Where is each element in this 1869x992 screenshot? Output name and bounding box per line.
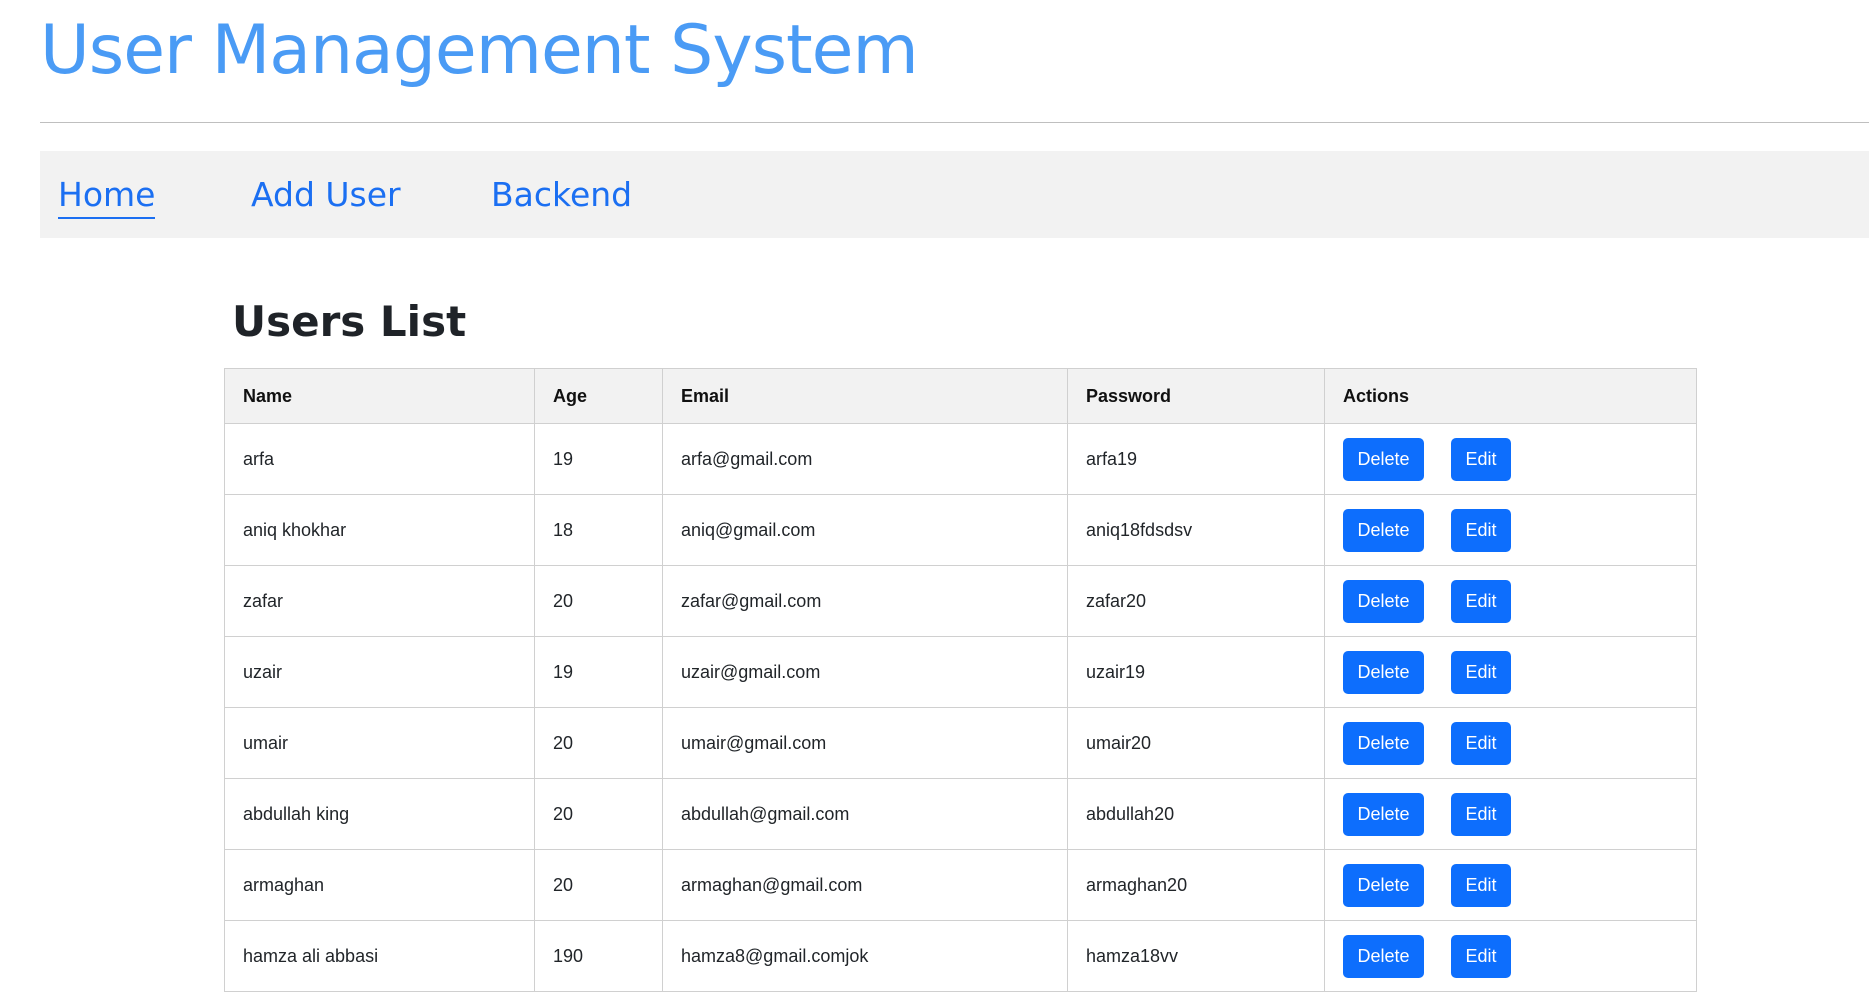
cell-actions: Delete Edit [1324, 636, 1697, 708]
delete-button[interactable]: Delete [1343, 650, 1424, 694]
cell-name: armaghan [224, 849, 535, 921]
cell-age: 20 [534, 565, 663, 637]
cell-age: 20 [534, 778, 663, 850]
table-row: abdullah king 20 abdullah@gmail.com abdulla… [224, 778, 1697, 850]
table-row: arfa 19 arfa@gmail.com arfa19 Delete Edit [224, 423, 1697, 495]
column-header-age: Age [534, 368, 663, 424]
edit-button[interactable]: Edit [1451, 934, 1511, 978]
cell-actions: Delete Edit [1324, 920, 1697, 992]
cell-name: aniq khokhar [224, 494, 535, 566]
users-table: Name Age Email Password Actions arfa 19 ar… [224, 368, 1697, 992]
users-table-body: arfa 19 arfa@gmail.com arfa19 Delete Edit aniq… [224, 423, 1697, 992]
edit-button[interactable]: Edit [1451, 437, 1511, 481]
nav-link-backend[interactable]: Backend [491, 175, 632, 215]
cell-password: zafar20 [1067, 565, 1325, 637]
delete-button[interactable]: Delete [1343, 508, 1424, 552]
main-navbar: Home Add User Backend [40, 151, 1869, 238]
column-header-email: Email [662, 368, 1068, 424]
cell-name: hamza ali abbasi [224, 920, 535, 992]
cell-age: 20 [534, 707, 663, 779]
column-header-actions: Actions [1324, 368, 1697, 424]
cell-email: umair@gmail.com [662, 707, 1068, 779]
delete-button[interactable]: Delete [1343, 792, 1424, 836]
users-list-heading: Users List [232, 297, 467, 346]
cell-actions: Delete Edit [1324, 778, 1697, 850]
cell-password: arfa19 [1067, 423, 1325, 495]
delete-button[interactable]: Delete [1343, 934, 1424, 978]
nav-link-home[interactable]: Home [58, 175, 156, 219]
edit-button[interactable]: Edit [1451, 579, 1511, 623]
cell-actions: Delete Edit [1324, 494, 1697, 566]
cell-name: uzair [224, 636, 535, 708]
edit-button[interactable]: Edit [1451, 650, 1511, 694]
header-divider [40, 122, 1869, 123]
cell-name: zafar [224, 565, 535, 637]
cell-name: arfa [224, 423, 535, 495]
cell-password: uzair19 [1067, 636, 1325, 708]
app-title: User Management System [40, 11, 919, 90]
cell-age: 18 [534, 494, 663, 566]
table-row: hamza ali abbasi 190 hamza8@gmail.comjok ha… [224, 920, 1697, 992]
column-header-name: Name [224, 368, 535, 424]
delete-button[interactable]: Delete [1343, 437, 1424, 481]
cell-name: umair [224, 707, 535, 779]
cell-email: armaghan@gmail.com [662, 849, 1068, 921]
table-row: umair 20 umair@gmail.com umair20 Delete Edit [224, 707, 1697, 779]
table-row: zafar 20 zafar@gmail.com zafar20 Delete Edit [224, 565, 1697, 637]
edit-button[interactable]: Edit [1451, 508, 1511, 552]
table-row: uzair 19 uzair@gmail.com uzair19 Delete Edit [224, 636, 1697, 708]
edit-button[interactable]: Edit [1451, 721, 1511, 765]
cell-email: arfa@gmail.com [662, 423, 1068, 495]
cell-password: umair20 [1067, 707, 1325, 779]
cell-email: hamza8@gmail.comjok [662, 920, 1068, 992]
users-table-header: Name Age Email Password Actions [224, 368, 1697, 424]
cell-actions: Delete Edit [1324, 423, 1697, 495]
cell-name: abdullah king [224, 778, 535, 850]
cell-password: hamza18vv [1067, 920, 1325, 992]
cell-email: uzair@gmail.com [662, 636, 1068, 708]
cell-age: 19 [534, 636, 663, 708]
delete-button[interactable]: Delete [1343, 721, 1424, 765]
column-header-password: Password [1067, 368, 1325, 424]
header-row: Name Age Email Password Actions [224, 368, 1697, 424]
cell-actions: Delete Edit [1324, 565, 1697, 637]
cell-email: abdullah@gmail.com [662, 778, 1068, 850]
cell-age: 190 [534, 920, 663, 992]
nav-link-add-user[interactable]: Add User [251, 175, 401, 215]
cell-actions: Delete Edit [1324, 707, 1697, 779]
cell-password: abdullah20 [1067, 778, 1325, 850]
cell-email: zafar@gmail.com [662, 565, 1068, 637]
cell-actions: Delete Edit [1324, 849, 1697, 921]
table-row: aniq khokhar 18 aniq@gmail.com aniq18fdsdsv… [224, 494, 1697, 566]
cell-password: aniq18fdsdsv [1067, 494, 1325, 566]
table-row: armaghan 20 armaghan@gmail.com armaghan20 De… [224, 849, 1697, 921]
cell-email: aniq@gmail.com [662, 494, 1068, 566]
edit-button[interactable]: Edit [1451, 863, 1511, 907]
cell-age: 19 [534, 423, 663, 495]
cell-password: armaghan20 [1067, 849, 1325, 921]
delete-button[interactable]: Delete [1343, 579, 1424, 623]
delete-button[interactable]: Delete [1343, 863, 1424, 907]
cell-age: 20 [534, 849, 663, 921]
edit-button[interactable]: Edit [1451, 792, 1511, 836]
